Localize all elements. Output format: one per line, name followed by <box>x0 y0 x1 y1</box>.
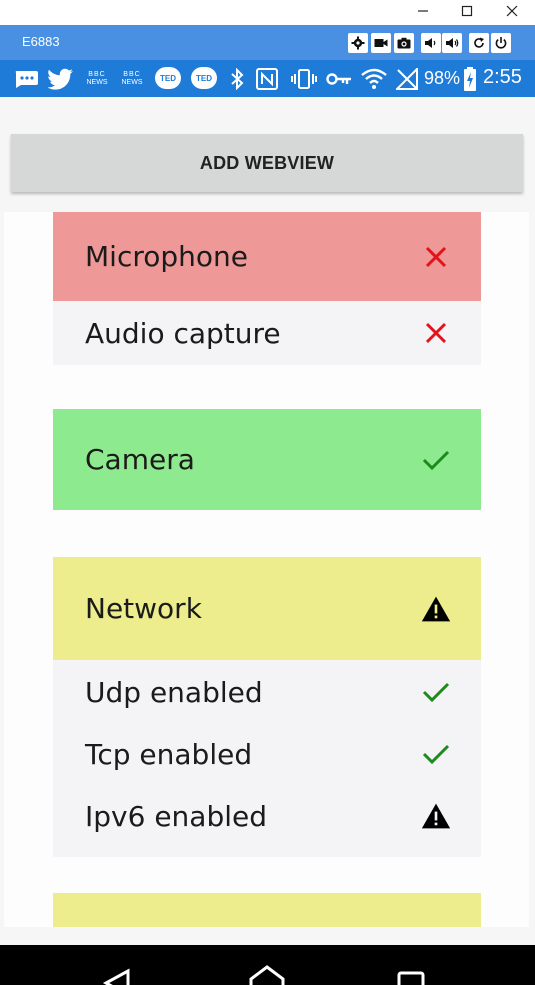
ted-icon: TED <box>155 67 181 89</box>
app-content: ADD WEBVIEW Microphone Audio capture Cam… <box>0 97 535 945</box>
list-item: Udp enabled <box>53 661 481 723</box>
bbc-label-bottom: NEWS <box>86 79 108 86</box>
emulator-toolbar: E6883 <box>0 25 535 60</box>
row-label: Ipv6 enabled <box>85 799 267 833</box>
list-item: Audio capture <box>53 301 481 365</box>
section-title: Camera <box>85 443 195 476</box>
bbc-label-top-2: BBC <box>123 71 141 78</box>
wifi-icon <box>360 67 388 91</box>
android-nav-bar <box>0 945 535 985</box>
add-webview-button[interactable]: ADD WEBVIEW <box>11 134 523 192</box>
row-label: Udp enabled <box>85 675 263 709</box>
messaging-icon <box>12 67 40 91</box>
screenshot-icon[interactable] <box>394 33 414 53</box>
check-icon <box>421 739 451 769</box>
maximize-icon[interactable] <box>447 0 487 22</box>
nfc-icon <box>255 67 279 91</box>
check-icon <box>421 677 451 707</box>
vibrate-icon <box>290 67 318 91</box>
bbc-label-bottom-2: NEWS <box>121 79 143 86</box>
emulator-title: E6883 <box>22 34 60 49</box>
close-icon[interactable] <box>492 0 532 22</box>
cross-icon <box>421 318 451 348</box>
bbc-news-icon-2: BBC NEWS <box>118 67 146 91</box>
list-item: Tcp enabled <box>53 723 481 785</box>
permissions-panel: Microphone Audio capture Camera Network … <box>4 212 529 927</box>
list-item: Ipv6 enabled <box>53 785 481 847</box>
no-signal-icon <box>395 67 419 91</box>
battery-icon <box>463 67 477 91</box>
ted-icon-2: TED <box>191 67 217 89</box>
bbc-news-icon: BBC NEWS <box>83 67 111 91</box>
window-titlebar <box>0 0 535 25</box>
section-microphone-header: Microphone <box>53 212 481 301</box>
status-time: 2:55 <box>483 66 522 88</box>
row-label: Audio capture <box>85 316 281 350</box>
key-icon <box>326 67 352 91</box>
twitter-icon <box>47 67 75 91</box>
bbc-label-top: BBC <box>88 71 106 78</box>
row-label: Tcp enabled <box>85 737 253 771</box>
recents-icon[interactable] <box>391 965 431 985</box>
section-partial <box>53 893 481 927</box>
battery-percent: 98% <box>424 68 461 88</box>
ted-label: TED <box>160 73 176 83</box>
ted-label-2: TED <box>196 73 212 83</box>
settings-icon[interactable] <box>348 33 368 53</box>
check-icon <box>421 445 451 475</box>
section-title: Microphone <box>85 240 248 273</box>
section-title: Network <box>85 592 202 625</box>
rotate-icon[interactable] <box>469 33 489 53</box>
cross-icon <box>421 242 451 272</box>
home-icon[interactable] <box>247 965 287 985</box>
bluetooth-icon <box>228 67 246 91</box>
back-icon[interactable] <box>98 965 138 985</box>
warning-icon <box>421 594 451 624</box>
network-rows: Udp enabled Tcp enabled Ipv6 enabled <box>53 660 481 857</box>
power-icon[interactable] <box>491 33 511 53</box>
camera-video-icon[interactable] <box>371 33 391 53</box>
warning-icon <box>421 801 451 831</box>
section-network-header: Network <box>53 557 481 660</box>
section-network: Network Udp enabled Tcp enabled Ipv6 ena… <box>53 557 481 857</box>
section-camera: Camera <box>53 409 481 510</box>
minimize-icon[interactable] <box>403 0 443 22</box>
section-camera-header: Camera <box>53 409 481 510</box>
section-microphone: Microphone Audio capture <box>53 212 481 365</box>
volume-down-icon[interactable] <box>421 33 441 53</box>
volume-up-icon[interactable] <box>442 33 462 53</box>
